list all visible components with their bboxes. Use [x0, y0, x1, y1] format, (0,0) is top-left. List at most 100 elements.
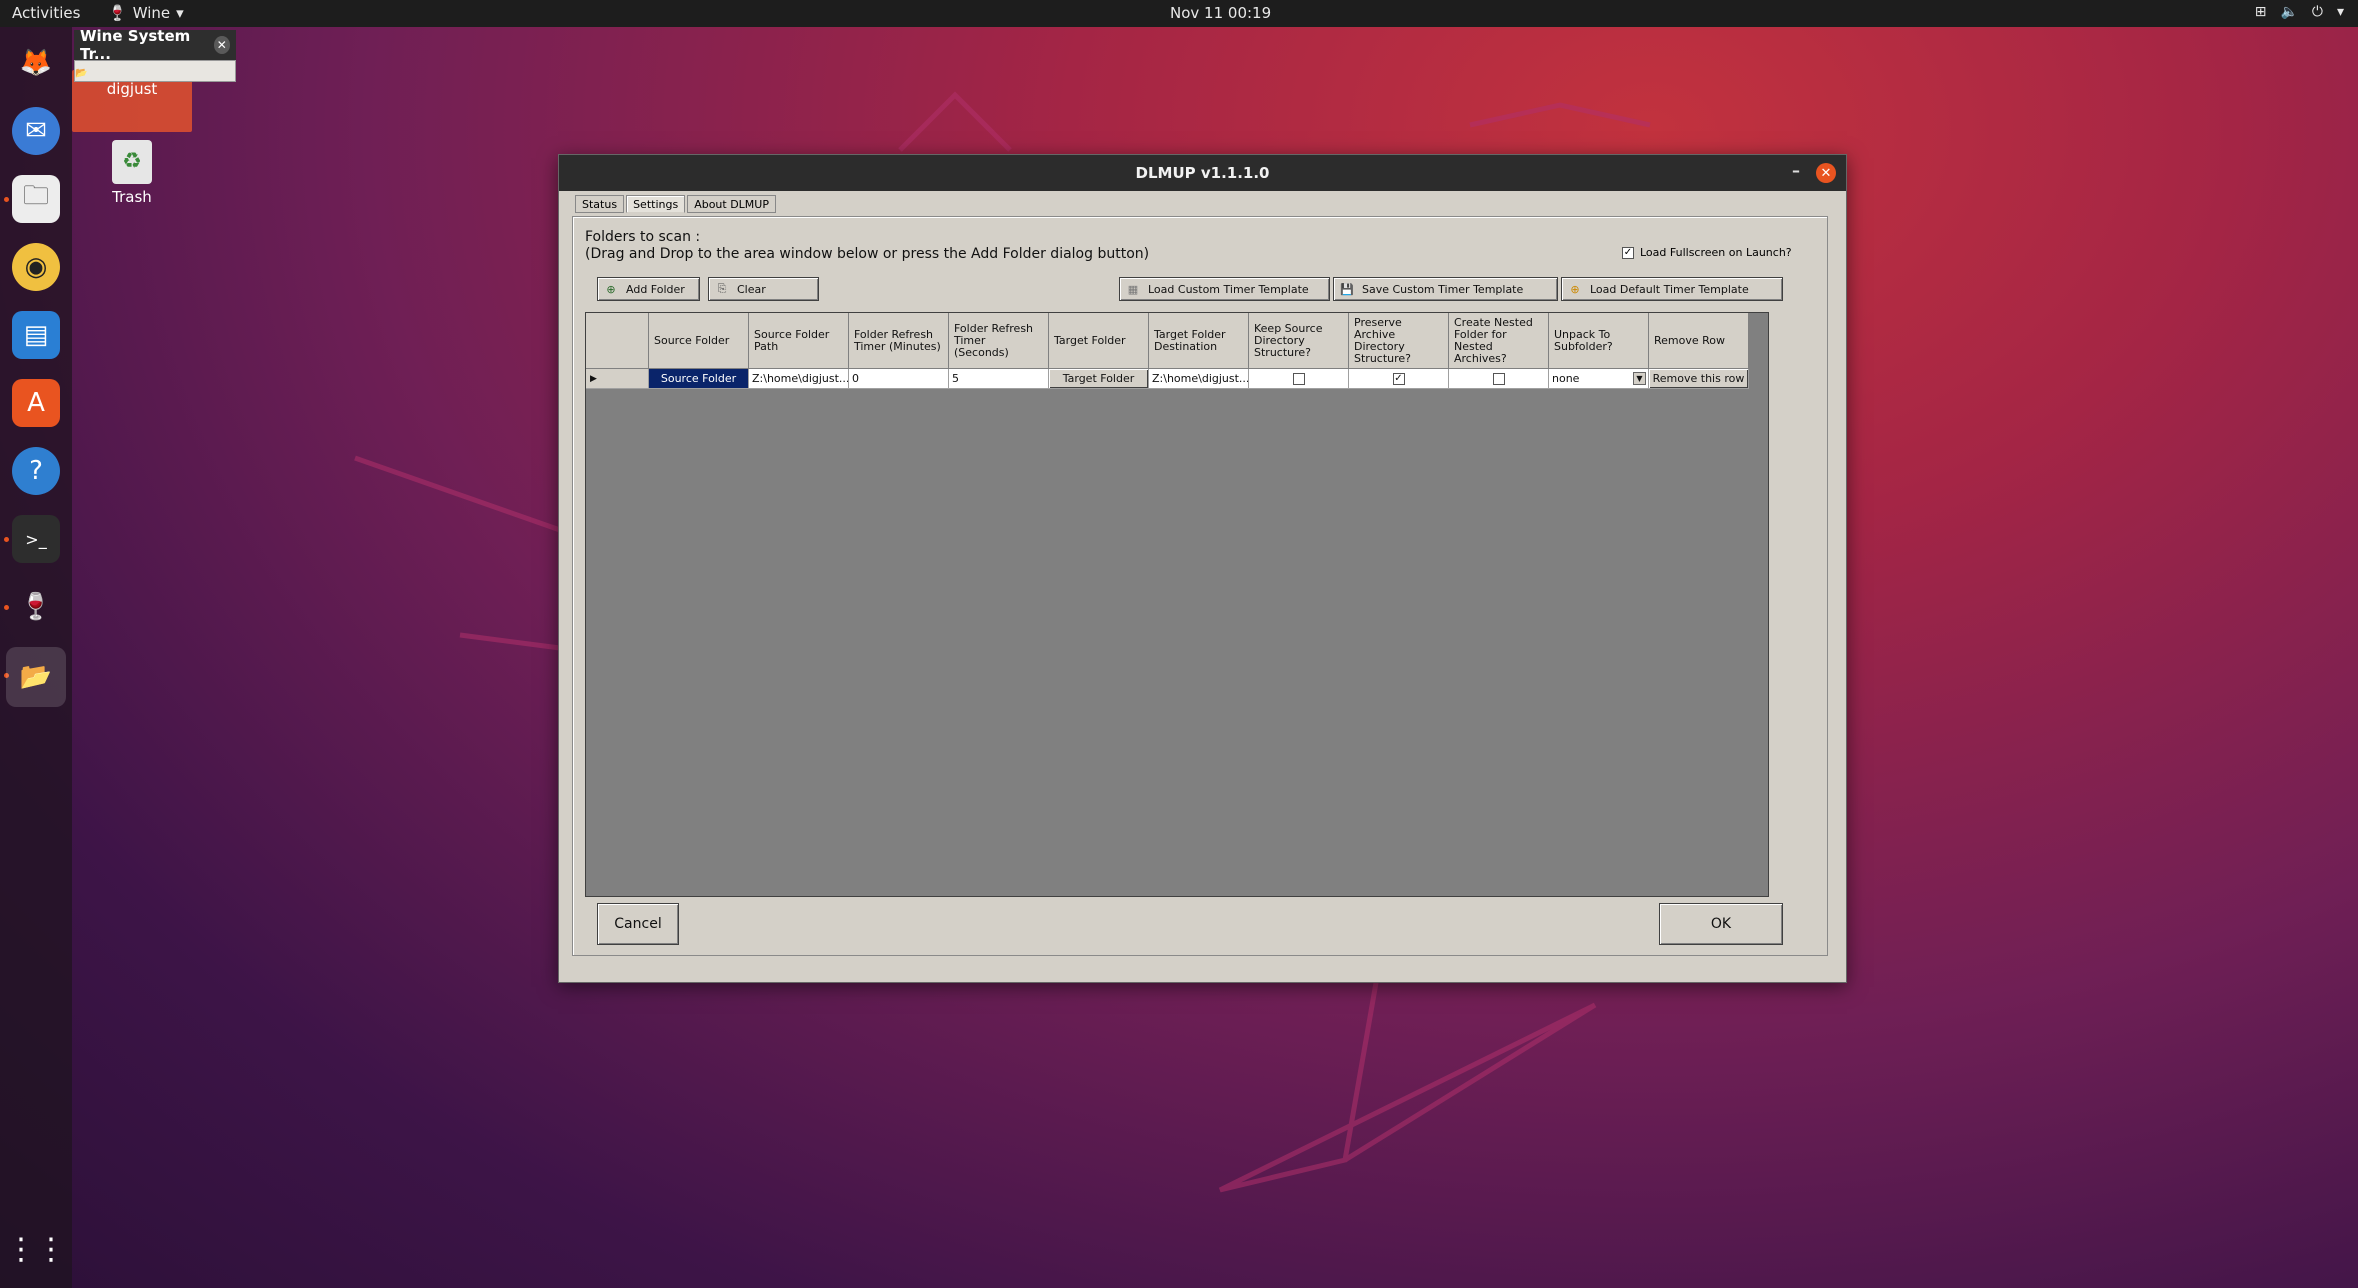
- chevron-down-icon: ▾: [2336, 4, 2344, 20]
- save-custom-template-button[interactable]: 💾 Save Custom Timer Template: [1333, 277, 1558, 301]
- remove-row-button[interactable]: Remove this row: [1649, 369, 1749, 389]
- load-default-template-button[interactable]: ⊕ Load Default Timer Template: [1561, 277, 1783, 301]
- load-fullscreen-option[interactable]: ✓ Load Fullscreen on Launch?: [1622, 246, 1792, 259]
- dlmup-dialog: DLMUP v1.1.1.0 – ✕ Status Settings About…: [558, 154, 1847, 983]
- clear-label: Clear: [737, 282, 766, 296]
- column-header[interactable]: Unpack To Subfolder?: [1549, 313, 1649, 369]
- scan-label-hint: (Drag and Drop to the area window below …: [585, 246, 1150, 262]
- grid-header: Source Folder Source Folder Path Folder …: [586, 313, 1749, 369]
- wine-tray-titlebar: Wine System Tr... ✕: [74, 27, 236, 63]
- column-header[interactable]: Keep Source Directory Structure?: [1249, 313, 1349, 369]
- chevron-down-icon: ▾: [176, 4, 184, 22]
- running-indicator: [4, 197, 9, 202]
- help-icon[interactable]: ?: [12, 447, 60, 495]
- target-destination-cell[interactable]: Z:\home\digjust...: [1149, 369, 1249, 389]
- folders-to-scan-label: Folders to scan : (Drag and Drop to the …: [585, 229, 1149, 263]
- load-default-label: Load Default Timer Template: [1590, 282, 1749, 296]
- keep-source-cell[interactable]: [1249, 369, 1349, 389]
- folders-grid[interactable]: Source Folder Source Folder Path Folder …: [585, 312, 1769, 897]
- load-template-icon: ▦: [1127, 282, 1139, 296]
- close-icon[interactable]: ✕: [1816, 163, 1836, 183]
- tab-settings[interactable]: Settings: [626, 195, 686, 213]
- create-nested-checkbox[interactable]: [1492, 372, 1505, 385]
- tab-status[interactable]: Status: [575, 195, 625, 213]
- add-folder-button[interactable]: ⊕ Add Folder: [597, 277, 700, 301]
- app-menu-label: Wine: [132, 4, 171, 22]
- load-custom-label: Load Custom Timer Template: [1148, 282, 1309, 296]
- scan-label-title: Folders to scan :: [585, 229, 701, 245]
- load-fullscreen-label: Load Fullscreen on Launch?: [1640, 246, 1792, 259]
- system-tray[interactable]: ⊞ 🔈 ⏻ ▾: [2255, 4, 2344, 20]
- clear-icon: ⎘: [717, 282, 727, 295]
- folder-icon[interactable]: 📂: [75, 68, 87, 79]
- default-template-icon: ⊕: [1570, 282, 1580, 296]
- running-indicator: [4, 537, 9, 542]
- row-header-corner: [586, 313, 649, 369]
- desktop-trash[interactable]: ♻ Trash: [92, 140, 172, 206]
- volume-icon: 🔈: [2280, 4, 2298, 20]
- tab-bar: Status Settings About DLMUP: [575, 195, 776, 213]
- column-header[interactable]: Source Folder: [649, 313, 749, 369]
- column-header[interactable]: Source Folder Path: [749, 313, 849, 369]
- show-applications-icon[interactable]: ⋮⋮: [6, 1225, 66, 1273]
- power-icon: ⏻: [2311, 4, 2323, 20]
- clock[interactable]: Nov 11 00:19: [1170, 4, 1271, 22]
- row-selector-icon[interactable]: ▶: [586, 369, 649, 389]
- preserve-archive-checkbox[interactable]: ✓: [1392, 372, 1405, 385]
- firefox-icon[interactable]: 🦊: [12, 39, 60, 87]
- ok-button[interactable]: OK: [1659, 903, 1783, 945]
- create-nested-cell[interactable]: [1449, 369, 1549, 389]
- dialog-titlebar: DLMUP v1.1.1.0 – ✕: [559, 155, 1846, 191]
- unpack-dropdown[interactable]: none ▼: [1549, 369, 1649, 389]
- terminal-icon[interactable]: >_: [12, 515, 60, 563]
- source-path-cell[interactable]: Z:\home\digjust...: [749, 369, 849, 389]
- preserve-archive-cell[interactable]: ✓: [1349, 369, 1449, 389]
- unpack-value: none: [1552, 372, 1580, 385]
- add-folder-icon: ⊕: [606, 282, 616, 296]
- wine-app-icon: 🍷: [108, 4, 127, 22]
- wine-tray-body: 📂: [74, 60, 236, 82]
- column-header[interactable]: Create Nested Folder for Nested Archives…: [1449, 313, 1549, 369]
- top-bar: Activities 🍷 Wine ▾ Nov 11 00:19 ⊞ 🔈 ⏻ ▾: [0, 0, 2358, 27]
- dlmup-app-icon[interactable]: 📂: [6, 647, 66, 707]
- trash-icon: ♻: [112, 140, 152, 184]
- load-custom-template-button[interactable]: ▦ Load Custom Timer Template: [1119, 277, 1330, 301]
- seconds-cell[interactable]: 5: [949, 369, 1049, 389]
- load-fullscreen-checkbox[interactable]: ✓: [1622, 246, 1634, 259]
- wine-icon[interactable]: 🍷: [12, 583, 60, 631]
- software-center-icon[interactable]: A: [12, 379, 60, 427]
- cancel-button[interactable]: Cancel: [597, 903, 679, 945]
- source-folder-button[interactable]: Source Folder: [649, 369, 749, 389]
- column-header[interactable]: Folder Refresh Timer (Seconds): [949, 313, 1049, 369]
- clear-button[interactable]: ⎘ Clear: [708, 277, 819, 301]
- network-icon: ⊞: [2254, 4, 2267, 20]
- keep-source-checkbox[interactable]: [1292, 372, 1305, 385]
- app-menu[interactable]: 🍷 Wine ▾: [108, 4, 184, 22]
- table-row[interactable]: ▶ Source Folder Z:\home\digjust... 0 5 T…: [586, 369, 1749, 389]
- target-folder-button[interactable]: Target Folder: [1049, 369, 1149, 389]
- column-header[interactable]: Remove Row: [1649, 313, 1749, 369]
- running-indicator: [4, 605, 9, 610]
- chevron-down-icon[interactable]: ▼: [1633, 372, 1646, 385]
- save-icon: 💾: [1340, 282, 1354, 296]
- column-header[interactable]: Target Folder: [1049, 313, 1149, 369]
- column-header[interactable]: Preserve Archive Directory Structure?: [1349, 313, 1449, 369]
- desktop-trash-label: Trash: [112, 188, 152, 206]
- add-folder-label: Add Folder: [626, 282, 685, 296]
- activities-button[interactable]: Activities: [12, 4, 80, 22]
- column-header[interactable]: Target Folder Destination: [1149, 313, 1249, 369]
- dock: 🦊 ✉ 🗀 ◉ ▤ A ? >_ 🍷 📂 ⋮⋮: [0, 27, 72, 1288]
- thunderbird-icon[interactable]: ✉: [12, 107, 60, 155]
- save-custom-label: Save Custom Timer Template: [1362, 282, 1524, 296]
- minutes-cell[interactable]: 0: [849, 369, 949, 389]
- files-icon[interactable]: 🗀: [12, 175, 60, 223]
- wine-tray-title: Wine System Tr...: [80, 27, 191, 63]
- libreoffice-writer-icon[interactable]: ▤: [12, 311, 60, 359]
- column-header[interactable]: Folder Refresh Timer (Minutes): [849, 313, 949, 369]
- dialog-title: DLMUP v1.1.1.0: [1135, 164, 1270, 182]
- close-icon[interactable]: ✕: [213, 36, 230, 54]
- minimize-icon[interactable]: –: [1792, 161, 1800, 180]
- rhythmbox-icon[interactable]: ◉: [12, 243, 60, 291]
- tab-about[interactable]: About DLMUP: [687, 195, 776, 213]
- wine-system-tray-window: Wine System Tr... ✕ 📂: [74, 27, 236, 84]
